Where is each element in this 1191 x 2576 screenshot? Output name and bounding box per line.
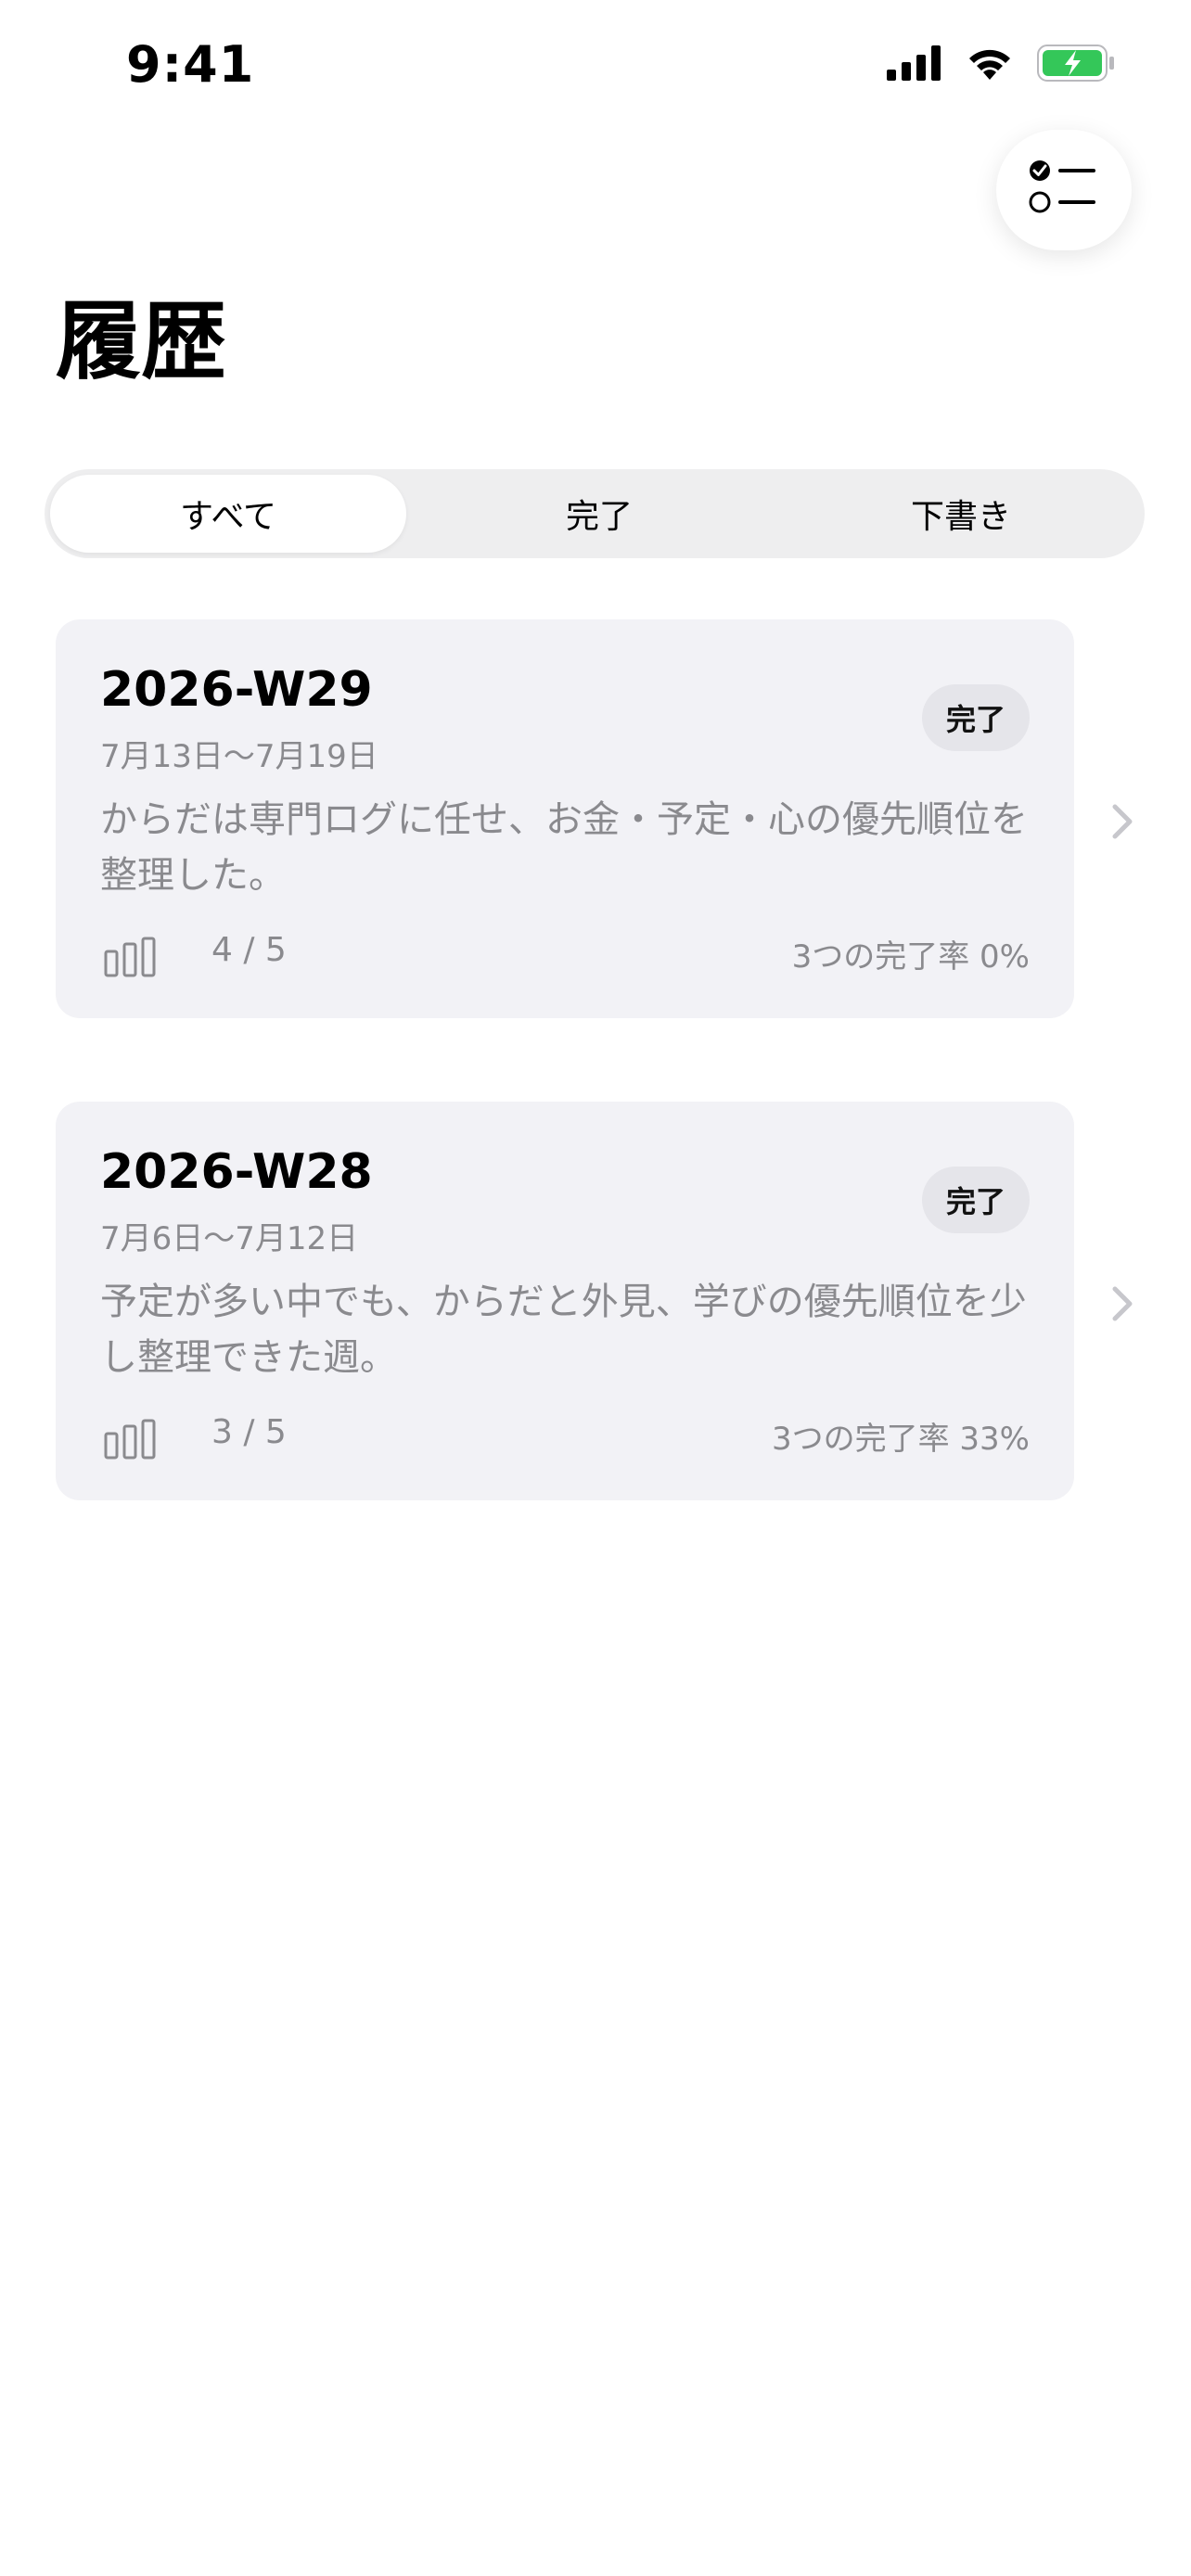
completion-rate: 3つの完了率 0% bbox=[791, 938, 1030, 976]
status-icons bbox=[887, 45, 1115, 85]
history-screen: 9:41 履歴 すべて 完了 下書き 2026-W29 7月13日〜7月19日 … bbox=[0, 0, 1191, 2576]
bar-chart-icon bbox=[104, 1419, 160, 1463]
date-range: 7月13日〜7月19日 bbox=[100, 738, 378, 775]
segment-completed[interactable]: 完了 bbox=[421, 469, 777, 558]
history-card[interactable]: 2026-W29 7月13日〜7月19日 完了 からだは専門ログに任せ、お金・予… bbox=[56, 619, 1074, 1018]
week-summary: からだは専門ログに任せ、お金・予定・心の優先順位を整理した。 bbox=[100, 798, 1028, 897]
checklist-button[interactable] bbox=[996, 130, 1132, 250]
item-count: 4 / 5 bbox=[211, 931, 287, 969]
segment-draft[interactable]: 下書き bbox=[783, 469, 1139, 558]
cellular-signal-icon bbox=[887, 45, 942, 84]
status-badge: 完了 bbox=[922, 1167, 1030, 1233]
wifi-icon bbox=[965, 45, 1015, 85]
item-count: 3 / 5 bbox=[211, 1413, 287, 1451]
status-time: 9:41 bbox=[126, 35, 255, 94]
week-label: 2026-W28 bbox=[100, 1144, 373, 1200]
segment-all[interactable]: すべて bbox=[50, 469, 406, 558]
completion-rate: 3つの完了率 33% bbox=[771, 1421, 1030, 1458]
week-summary: 予定が多い中でも、からだと外見、学びの優先順位を少し整理できた週。 bbox=[100, 1281, 1027, 1379]
chevron-right-icon[interactable] bbox=[1104, 1276, 1141, 1332]
status-bar: 9:41 bbox=[0, 0, 1191, 139]
bar-chart-icon bbox=[104, 937, 160, 981]
page-title: 履歴 bbox=[56, 292, 227, 391]
history-card[interactable]: 2026-W28 7月6日〜7月12日 完了 予定が多い中でも、からだと外見、学… bbox=[56, 1102, 1074, 1500]
status-badge: 完了 bbox=[922, 684, 1030, 751]
checklist-icon bbox=[1027, 156, 1101, 224]
date-range: 7月6日〜7月12日 bbox=[100, 1220, 359, 1257]
battery-charging-icon bbox=[1037, 45, 1115, 85]
week-label: 2026-W29 bbox=[100, 662, 373, 718]
status-filter-segmented-control: すべて 完了 下書き bbox=[45, 469, 1145, 558]
chevron-right-icon[interactable] bbox=[1104, 794, 1141, 849]
